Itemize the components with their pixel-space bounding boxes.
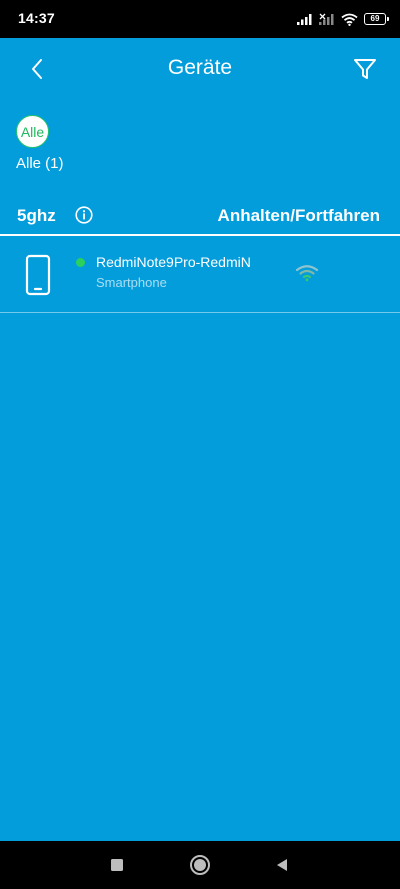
- filter-funnel-icon: [354, 59, 376, 79]
- status-icons: 69: [297, 9, 389, 29]
- info-icon[interactable]: [75, 206, 93, 224]
- signal-no-service-icon: [319, 13, 334, 25]
- filter-count-label: Alle (1): [16, 155, 64, 172]
- recents-button[interactable]: [105, 853, 129, 877]
- device-type: Smartphone: [96, 275, 167, 290]
- filter-chip-label: Alle: [20, 123, 45, 140]
- system-nav-bar: [0, 841, 400, 889]
- home-circle-icon: [190, 855, 210, 875]
- filter-chip-all[interactable]: Alle: [16, 115, 49, 148]
- nav-back-button[interactable]: [270, 853, 294, 877]
- recents-square-icon: [111, 859, 123, 871]
- back-triangle-icon: [277, 859, 287, 871]
- device-list-item[interactable]: RedmiNote9Pro-RedmiN Smartphone: [0, 236, 400, 313]
- status-time: 14:37: [18, 10, 55, 26]
- page-title: Geräte: [167, 56, 233, 79]
- device-name: RedmiNote9Pro-RedmiN: [96, 254, 251, 270]
- wifi-icon: [341, 13, 358, 26]
- battery-level: 69: [370, 14, 380, 23]
- filter-button[interactable]: [348, 52, 382, 86]
- band-header: 5ghz Anhalten/Fortfahren: [0, 196, 400, 236]
- home-button[interactable]: [188, 853, 212, 877]
- signal-icon: [297, 14, 312, 25]
- band-label: 5ghz: [17, 206, 56, 225]
- status-bar: 14:37 69: [0, 0, 400, 38]
- app-header: Geräte: [0, 38, 400, 100]
- pause-resume-button[interactable]: Anhalten/Fortfahren: [218, 206, 380, 226]
- wifi-signal-icon: [295, 265, 319, 282]
- battery-icon: 69: [364, 13, 389, 25]
- online-status-dot: [76, 258, 85, 267]
- smartphone-icon: [25, 254, 51, 296]
